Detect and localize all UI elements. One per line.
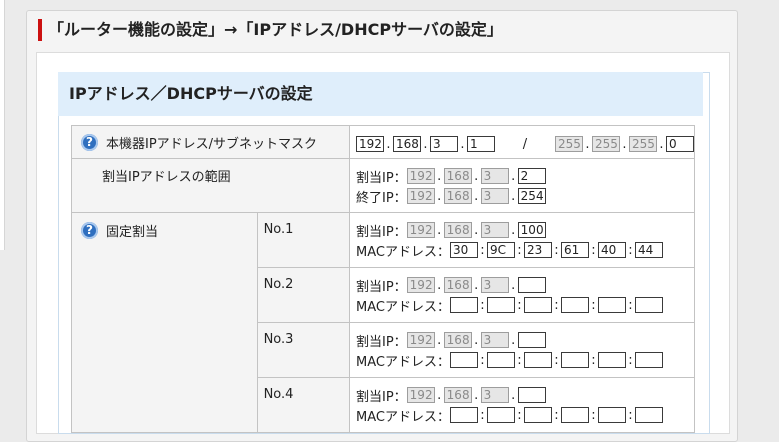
fixed-ip-label: 割当IP： [355, 334, 407, 350]
fixed-ip-octet-2: 168 [443, 332, 472, 348]
mac-octet-4[interactable] [560, 352, 589, 368]
mac-octet-2[interactable] [486, 407, 515, 423]
device-ip-octet-1[interactable]: 192 [355, 136, 384, 152]
mac-octet-3[interactable] [523, 297, 552, 313]
fixed-ip-octet-3: 3 [480, 332, 509, 348]
device-ip-label: 本機器IPアドレス/サブネットマスク [106, 137, 318, 152]
fixed-ip-octet-3: 3 [480, 387, 509, 403]
mac-octet-2[interactable] [486, 352, 515, 368]
fixed-no-cell: No.1 [256, 212, 350, 268]
fixed-value-cell: 割当IP： 192. 168. 3. MACアドレス： : : : : : [348, 267, 696, 323]
fixed-mac-label: MACアドレス： [355, 299, 450, 315]
end-ip-octet-4[interactable]: 254 [517, 188, 546, 204]
end-ip-octet-2: 168 [443, 188, 472, 204]
fixed-mac-label: MACアドレス： [355, 244, 450, 260]
fixed-ip-octet-1: 192 [406, 222, 435, 238]
end-ip-label: 終了IP： [355, 190, 407, 206]
fixed-no-label: No.2 [263, 277, 294, 292]
fixed-ip-octet-2: 168 [443, 277, 472, 293]
fixed-no-cell: No.3 [256, 322, 350, 378]
fixed-value-cell: 割当IP： 192. 168. 3. MACアドレス： : : : : : [348, 322, 696, 378]
mac-octet-1[interactable] [449, 407, 478, 423]
subnet-mask-octet-2: 255 [591, 136, 620, 152]
section-title: IPアドレス／DHCPサーバの設定 [58, 72, 703, 116]
fixed-no-label: No.1 [263, 222, 294, 237]
fixed-no-cell: No.4 [256, 377, 350, 433]
help-icon[interactable]: ? [81, 222, 98, 239]
assign-range-value-cell: 割当IP： 192. 168. 3. 2 終了IP： 192. 168. 3. … [348, 158, 696, 213]
device-ip-value-cell: 192. 168. 3. 1 / 255. 255. 255. 0 [348, 125, 696, 159]
start-ip-octet-2: 168 [443, 168, 472, 184]
mac-octet-2[interactable]: 9C [486, 242, 515, 258]
mac-octet-1[interactable] [449, 352, 478, 368]
subnet-mask-octet-1: 255 [554, 136, 583, 152]
fixed-ip-octet-2: 168 [443, 222, 472, 238]
ip-mask-separator: / [522, 136, 528, 152]
fixed-ip-octet-4[interactable] [517, 387, 546, 403]
fixed-ip-octet-4[interactable] [517, 332, 546, 348]
fixed-ip-octet-1: 192 [406, 277, 435, 293]
fixed-ip-label: 割当IP： [355, 224, 407, 240]
start-ip-octet-3: 3 [480, 168, 509, 184]
fixed-mac-label: MACアドレス： [355, 354, 450, 370]
fixed-value-cell: 割当IP： 192. 168. 3. MACアドレス： : : : : : [348, 377, 696, 433]
mac-octet-5[interactable] [597, 407, 626, 423]
fixed-ip-octet-2: 168 [443, 387, 472, 403]
left-sidebar-edge [0, 0, 5, 250]
mac-octet-1[interactable] [449, 297, 478, 313]
start-ip-octet-4[interactable]: 2 [517, 168, 546, 184]
mac-octet-3[interactable] [523, 352, 552, 368]
end-ip-octet-1: 192 [406, 188, 435, 204]
fixed-ip-octet-1: 192 [406, 387, 435, 403]
fixed-label: 固定割当 [106, 225, 159, 240]
mac-octet-3[interactable]: 23 [523, 242, 552, 258]
subnet-mask-octet-4[interactable]: 0 [665, 136, 694, 152]
mac-octet-2[interactable] [486, 297, 515, 313]
mac-octet-6[interactable] [634, 407, 663, 423]
help-icon[interactable]: ? [81, 134, 98, 151]
assign-range-label-cell: 割当IPアドレスの範囲 [71, 158, 350, 213]
fixed-label-cell: ? 固定割当 [71, 212, 258, 433]
device-ip-label-cell: ? 本機器IPアドレス/サブネットマスク [71, 125, 350, 159]
end-ip-octet-3: 3 [480, 188, 509, 204]
fixed-ip-octet-1: 192 [406, 332, 435, 348]
fixed-row-1: ? 固定割当 No.1 割当IP： 192. 168. 3. 100 MACアド… [71, 212, 696, 433]
fixed-value-cell: 割当IP： 192. 168. 3. 100 MACアドレス： 30: 9C: … [348, 212, 696, 268]
mac-octet-1[interactable]: 30 [449, 242, 478, 258]
mac-octet-5[interactable] [597, 297, 626, 313]
fixed-no-label: No.4 [263, 387, 294, 402]
start-ip-octet-1: 192 [406, 168, 435, 184]
settings-table: ? 本機器IPアドレス/サブネットマスク 192. 168. 3. 1 / 25… [71, 125, 696, 433]
fixed-ip-octet-4[interactable] [517, 277, 546, 293]
page-title: 「ルーター機能の設定」→「IPアドレス/DHCPサーバの設定」 [38, 19, 503, 41]
mac-octet-5[interactable] [597, 352, 626, 368]
subnet-mask-octet-3: 255 [628, 136, 657, 152]
fixed-no-cell: No.2 [256, 267, 350, 323]
mac-octet-4[interactable] [560, 407, 589, 423]
assign-range-label: 割当IPアドレスの範囲 [102, 170, 231, 185]
row-device-ip: ? 本機器IPアドレス/サブネットマスク 192. 168. 3. 1 / 25… [71, 125, 696, 159]
fixed-no-label: No.3 [263, 332, 294, 347]
mac-octet-4[interactable] [560, 297, 589, 313]
mac-octet-6[interactable]: 44 [634, 242, 663, 258]
fixed-ip-octet-4[interactable]: 100 [517, 222, 546, 238]
mac-octet-3[interactable] [523, 407, 552, 423]
row-assign-range: 割当IPアドレスの範囲 割当IP： 192. 168. 3. 2 終了IP： 1… [71, 158, 696, 213]
start-ip-label: 割当IP： [355, 170, 407, 186]
device-ip-octet-2[interactable]: 168 [392, 136, 421, 152]
mac-octet-6[interactable] [634, 352, 663, 368]
fixed-ip-octet-3: 3 [480, 222, 509, 238]
device-ip-octet-4[interactable]: 1 [466, 136, 495, 152]
mac-octet-6[interactable] [634, 297, 663, 313]
mac-octet-5[interactable]: 40 [597, 242, 626, 258]
fixed-ip-label: 割当IP： [355, 279, 407, 295]
device-ip-octet-3[interactable]: 3 [429, 136, 458, 152]
fixed-ip-label: 割当IP： [355, 389, 407, 405]
fixed-ip-octet-3: 3 [480, 277, 509, 293]
mac-octet-4[interactable]: 61 [560, 242, 589, 258]
